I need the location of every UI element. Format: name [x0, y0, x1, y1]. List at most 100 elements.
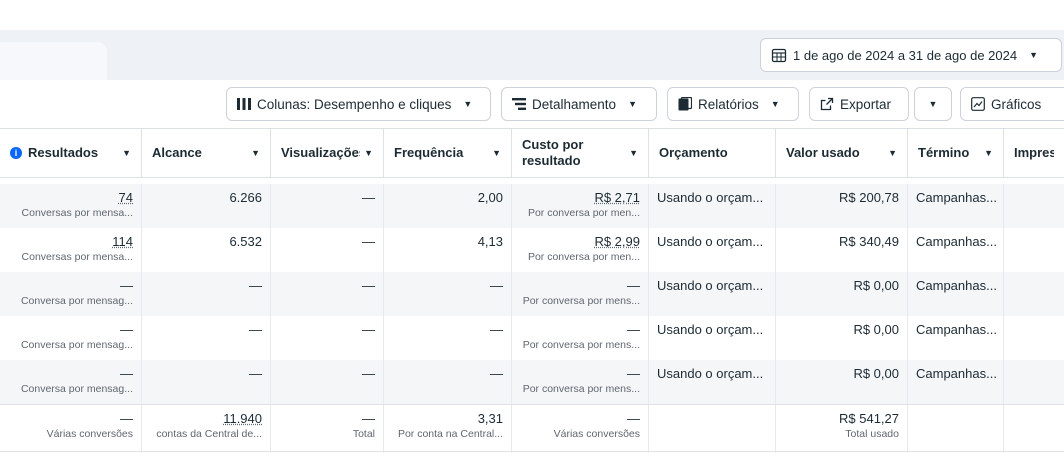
table-row[interactable]: 74 Conversas por mensa... 6.266 — 2,00 R$… — [0, 184, 1064, 228]
chart-line-icon — [971, 97, 985, 111]
views-cell: — — [271, 360, 384, 404]
total-results-cell: — Várias conversões — [0, 405, 142, 453]
results-cell[interactable]: 74 Conversas por mensa... — [0, 184, 142, 228]
impressions-cell — [1004, 272, 1064, 316]
budget-cell[interactable]: Usando o orçam... — [649, 316, 776, 360]
cost-cell[interactable]: R$ 2,99 Por conversa por men... — [512, 228, 649, 272]
column-header-frequency[interactable]: Frequência ▼ — [384, 129, 512, 177]
total-frequency-cell: 3,31 Por conta na Central... — [384, 405, 512, 453]
column-header-impressions[interactable]: Impress — [1004, 129, 1064, 177]
frequency-cell: 2,00 — [384, 184, 512, 228]
views-cell: — — [271, 184, 384, 228]
cost-cell[interactable]: — Por conversa por mens... — [512, 360, 649, 404]
reach-cell: 6.266 — [142, 184, 271, 228]
impressions-cell — [1004, 184, 1064, 228]
total-budget-cell — [649, 405, 776, 453]
reports-button[interactable]: Relatórios ▼ — [667, 87, 799, 121]
results-cell[interactable]: — Conversa por mensag... — [0, 360, 142, 404]
totals-row: — Várias conversões 11.940 contas da Centr… — [0, 404, 1064, 453]
export-options-button[interactable]: ▼ — [914, 87, 952, 121]
table-header: i Resultados ▼ Alcance ▼ Visualizações ▼… — [0, 128, 1064, 178]
end-cell[interactable]: Campanhas... — [908, 316, 1004, 360]
impressions-cell — [1004, 228, 1064, 272]
date-range-picker[interactable]: 1 de ago de 2024 a 31 de ago de 2024 ▼ — [760, 38, 1062, 72]
reach-cell: — — [142, 272, 271, 316]
column-header-cost-per-result[interactable]: Custo por resultado ▼ — [512, 129, 649, 177]
spent-cell: R$ 340,49 — [776, 228, 908, 272]
top-bar — [0, 0, 1064, 30]
tab-placeholder[interactable] — [0, 42, 107, 80]
breakdown-button[interactable]: Detalhamento ▼ — [501, 87, 657, 121]
table-row[interactable]: 114 Conversas por mensa... 6.532 — 4,13 R… — [0, 228, 1064, 272]
calendar-icon — [771, 48, 787, 63]
chevron-down-icon: ▼ — [463, 99, 473, 109]
table-row[interactable]: — Conversa por mensag... — — — — Por conve… — [0, 316, 1064, 360]
frequency-cell: 4,13 — [384, 228, 512, 272]
impressions-cell — [1004, 316, 1064, 360]
results-cell[interactable]: — Conversa por mensag... — [0, 316, 142, 360]
date-range-label: 1 de ago de 2024 a 31 de ago de 2024 — [793, 47, 1018, 63]
column-header-results[interactable]: i Resultados ▼ — [0, 129, 142, 177]
impressions-cell — [1004, 360, 1064, 404]
chevron-down-icon: ▼ — [251, 148, 260, 158]
reports-label: Relatórios — [698, 96, 759, 112]
frequency-cell: — — [384, 360, 512, 404]
budget-cell[interactable]: Usando o orçam... — [649, 360, 776, 404]
columns-icon — [237, 98, 251, 110]
frequency-cell: — — [384, 272, 512, 316]
budget-cell[interactable]: Usando o orçam... — [649, 272, 776, 316]
total-end-cell — [908, 405, 1004, 453]
export-label: Exportar — [840, 96, 892, 112]
reports-icon — [678, 97, 692, 111]
total-impressions-cell — [1004, 405, 1064, 453]
breakdown-icon — [512, 98, 526, 110]
charts-button[interactable]: Gráficos — [960, 87, 1064, 121]
end-cell[interactable]: Campanhas... — [908, 228, 1004, 272]
columns-button[interactable]: Colunas: Desempenho e cliques ▼ — [226, 87, 491, 121]
column-header-views[interactable]: Visualizações ▼ — [271, 129, 384, 177]
charts-label: Gráficos — [991, 96, 1042, 112]
views-cell: — — [271, 228, 384, 272]
total-spent-cell: R$ 541,27 Total usado — [776, 405, 908, 453]
export-icon — [820, 97, 834, 111]
chevron-down-icon: ▼ — [770, 99, 780, 109]
reach-cell: — — [142, 360, 271, 404]
toolbar: Colunas: Desempenho e cliques ▼ Detalham… — [0, 80, 1064, 128]
chevron-down-icon: ▼ — [1029, 50, 1039, 60]
cost-cell[interactable]: — Por conversa por mens... — [512, 316, 649, 360]
column-header-end[interactable]: Término ▼ — [908, 129, 1004, 177]
chevron-down-icon: ▼ — [928, 99, 938, 109]
end-cell[interactable]: Campanhas... — [908, 184, 1004, 228]
cost-cell[interactable]: — Por conversa por mens... — [512, 272, 649, 316]
views-cell: — — [271, 272, 384, 316]
reach-cell: — — [142, 316, 271, 360]
spent-cell: R$ 200,78 — [776, 184, 908, 228]
budget-cell[interactable]: Usando o orçam... — [649, 184, 776, 228]
chevron-down-icon: ▼ — [364, 148, 373, 158]
end-cell[interactable]: Campanhas... — [908, 360, 1004, 404]
export-button[interactable]: Exportar — [809, 87, 909, 121]
table-row[interactable]: — Conversa por mensag... — — — — Por conve… — [0, 360, 1064, 404]
chevron-down-icon: ▼ — [629, 148, 638, 158]
info-icon: i — [10, 147, 22, 159]
end-cell[interactable]: Campanhas... — [908, 272, 1004, 316]
column-header-amount-spent[interactable]: Valor usado ▼ — [776, 129, 908, 177]
spent-cell: R$ 0,00 — [776, 272, 908, 316]
chevron-down-icon: ▼ — [888, 148, 897, 158]
total-reach-cell[interactable]: 11.940 contas da Central de... — [142, 405, 271, 453]
chevron-down-icon: ▼ — [628, 99, 637, 109]
reach-cell: 6.532 — [142, 228, 271, 272]
table-row[interactable]: — Conversa por mensag... — — — — Por conve… — [0, 272, 1064, 316]
chevron-down-icon: ▼ — [984, 148, 993, 158]
chevron-down-icon: ▼ — [122, 148, 131, 158]
results-cell[interactable]: 114 Conversas por mensa... — [0, 228, 142, 272]
budget-cell[interactable]: Usando o orçam... — [649, 228, 776, 272]
columns-label: Colunas: Desempenho e cliques — [257, 96, 452, 112]
column-header-budget[interactable]: Orçamento — [649, 129, 776, 177]
frequency-cell: — — [384, 316, 512, 360]
column-header-reach[interactable]: Alcance ▼ — [142, 129, 271, 177]
total-cost-cell: — Várias conversões — [512, 405, 649, 453]
total-views-cell: — Total — [271, 405, 384, 453]
results-cell[interactable]: — Conversa por mensag... — [0, 272, 142, 316]
cost-cell[interactable]: R$ 2,71 Por conversa por men... — [512, 184, 649, 228]
